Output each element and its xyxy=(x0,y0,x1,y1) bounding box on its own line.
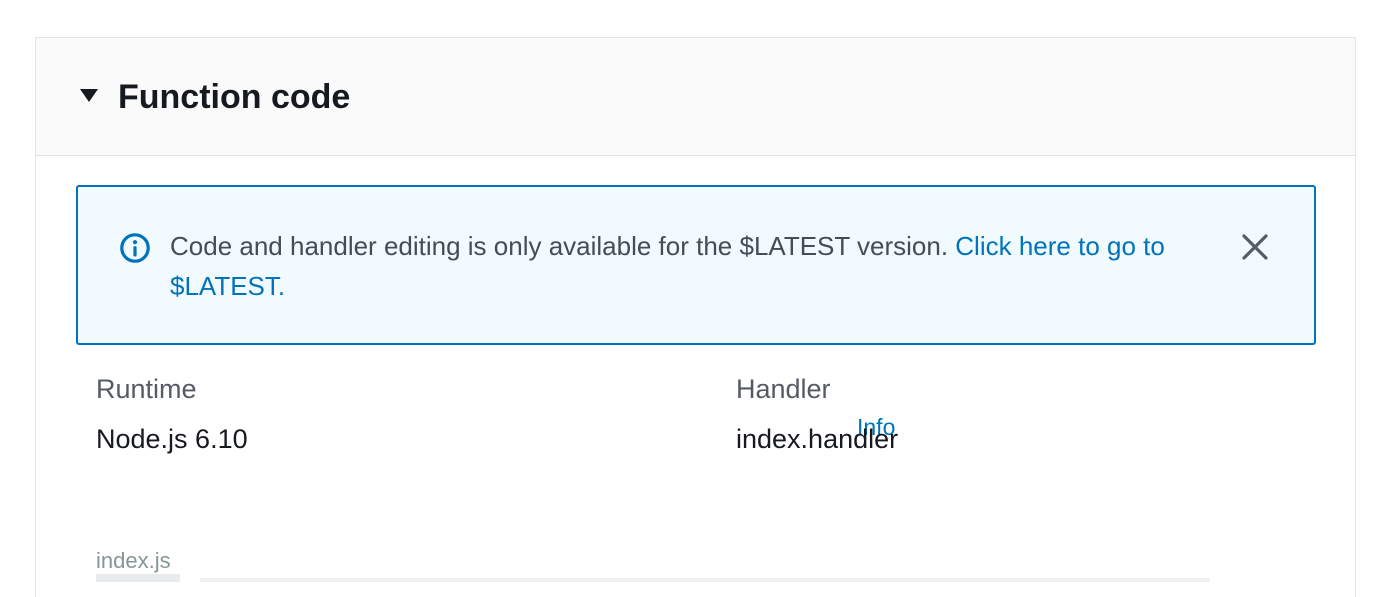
alert-message-text: Code and handler editing is only availab… xyxy=(170,231,956,261)
runtime-value: Node.js 6.10 xyxy=(96,424,248,454)
close-icon[interactable] xyxy=(1239,231,1271,263)
panel-title: Function code xyxy=(118,78,351,116)
alert-message: Code and handler editing is only availab… xyxy=(170,226,1228,306)
caret-down-icon[interactable] xyxy=(80,89,98,102)
editor-code-line xyxy=(200,578,1210,582)
handler-label: Handler xyxy=(736,374,831,404)
runtime-label: Runtime xyxy=(96,374,197,404)
info-icon xyxy=(120,233,150,263)
editor-gutter xyxy=(96,574,180,582)
info-alert: Code and handler editing is only availab… xyxy=(76,185,1316,345)
editor-file-tab[interactable]: index.js xyxy=(96,545,171,577)
panel-header[interactable]: Function code xyxy=(36,38,1355,156)
handler-value: index.handler xyxy=(736,424,899,454)
